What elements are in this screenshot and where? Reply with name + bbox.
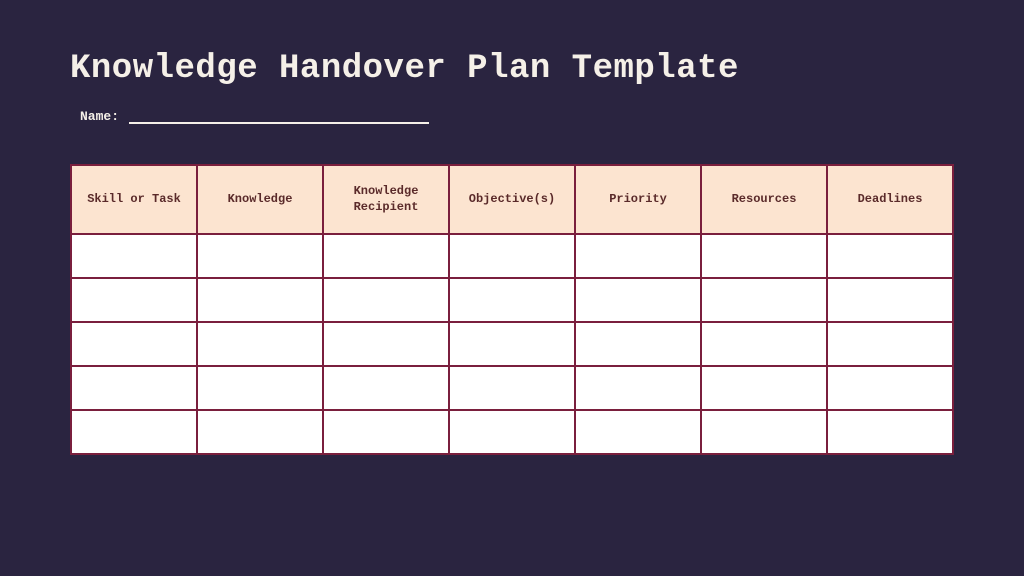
table-cell[interactable] — [827, 234, 953, 278]
table-cell[interactable] — [197, 322, 323, 366]
table-cell[interactable] — [323, 322, 449, 366]
table-cell[interactable] — [701, 234, 827, 278]
table-cell[interactable] — [575, 278, 701, 322]
table-cell[interactable] — [827, 322, 953, 366]
table-cell[interactable] — [701, 278, 827, 322]
table-row — [71, 278, 953, 322]
table-row — [71, 234, 953, 278]
header-skill-or-task: Skill or Task — [71, 165, 197, 234]
table-cell[interactable] — [197, 278, 323, 322]
table-cell[interactable] — [197, 366, 323, 410]
header-priority: Priority — [575, 165, 701, 234]
table-cell[interactable] — [71, 366, 197, 410]
table-cell[interactable] — [323, 366, 449, 410]
table-cell[interactable] — [71, 278, 197, 322]
table-cell[interactable] — [701, 322, 827, 366]
table-cell[interactable] — [449, 366, 575, 410]
table-cell[interactable] — [449, 278, 575, 322]
header-objectives: Objective(s) — [449, 165, 575, 234]
table-cell[interactable] — [701, 366, 827, 410]
table-row — [71, 410, 953, 454]
name-field-row: Name: — [70, 108, 954, 124]
header-knowledge: Knowledge — [197, 165, 323, 234]
page-container: Knowledge Handover Plan Template Name: S… — [0, 0, 1024, 485]
header-resources: Resources — [701, 165, 827, 234]
table-cell[interactable] — [827, 410, 953, 454]
table-cell[interactable] — [449, 410, 575, 454]
table-cell[interactable] — [71, 410, 197, 454]
header-deadlines: Deadlines — [827, 165, 953, 234]
table-cell[interactable] — [323, 278, 449, 322]
table-cell[interactable] — [701, 410, 827, 454]
table-cell[interactable] — [827, 366, 953, 410]
header-knowledge-recipient: Knowledge Recipient — [323, 165, 449, 234]
table-body — [71, 234, 953, 454]
table-cell[interactable] — [575, 234, 701, 278]
table-cell[interactable] — [449, 322, 575, 366]
table-cell[interactable] — [197, 234, 323, 278]
name-label: Name: — [80, 109, 119, 124]
table-row — [71, 322, 953, 366]
table-cell[interactable] — [197, 410, 323, 454]
table-cell[interactable] — [575, 410, 701, 454]
name-input-line[interactable] — [129, 108, 429, 124]
table-cell[interactable] — [71, 234, 197, 278]
table-cell[interactable] — [575, 366, 701, 410]
table-cell[interactable] — [449, 234, 575, 278]
table-cell[interactable] — [71, 322, 197, 366]
table-cell[interactable] — [575, 322, 701, 366]
table-row — [71, 366, 953, 410]
table-cell[interactable] — [827, 278, 953, 322]
table-cell[interactable] — [323, 234, 449, 278]
page-title: Knowledge Handover Plan Template — [70, 50, 954, 88]
table-header-row: Skill or Task Knowledge Knowledge Recipi… — [71, 165, 953, 234]
table-cell[interactable] — [323, 410, 449, 454]
handover-table: Skill or Task Knowledge Knowledge Recipi… — [70, 164, 954, 455]
